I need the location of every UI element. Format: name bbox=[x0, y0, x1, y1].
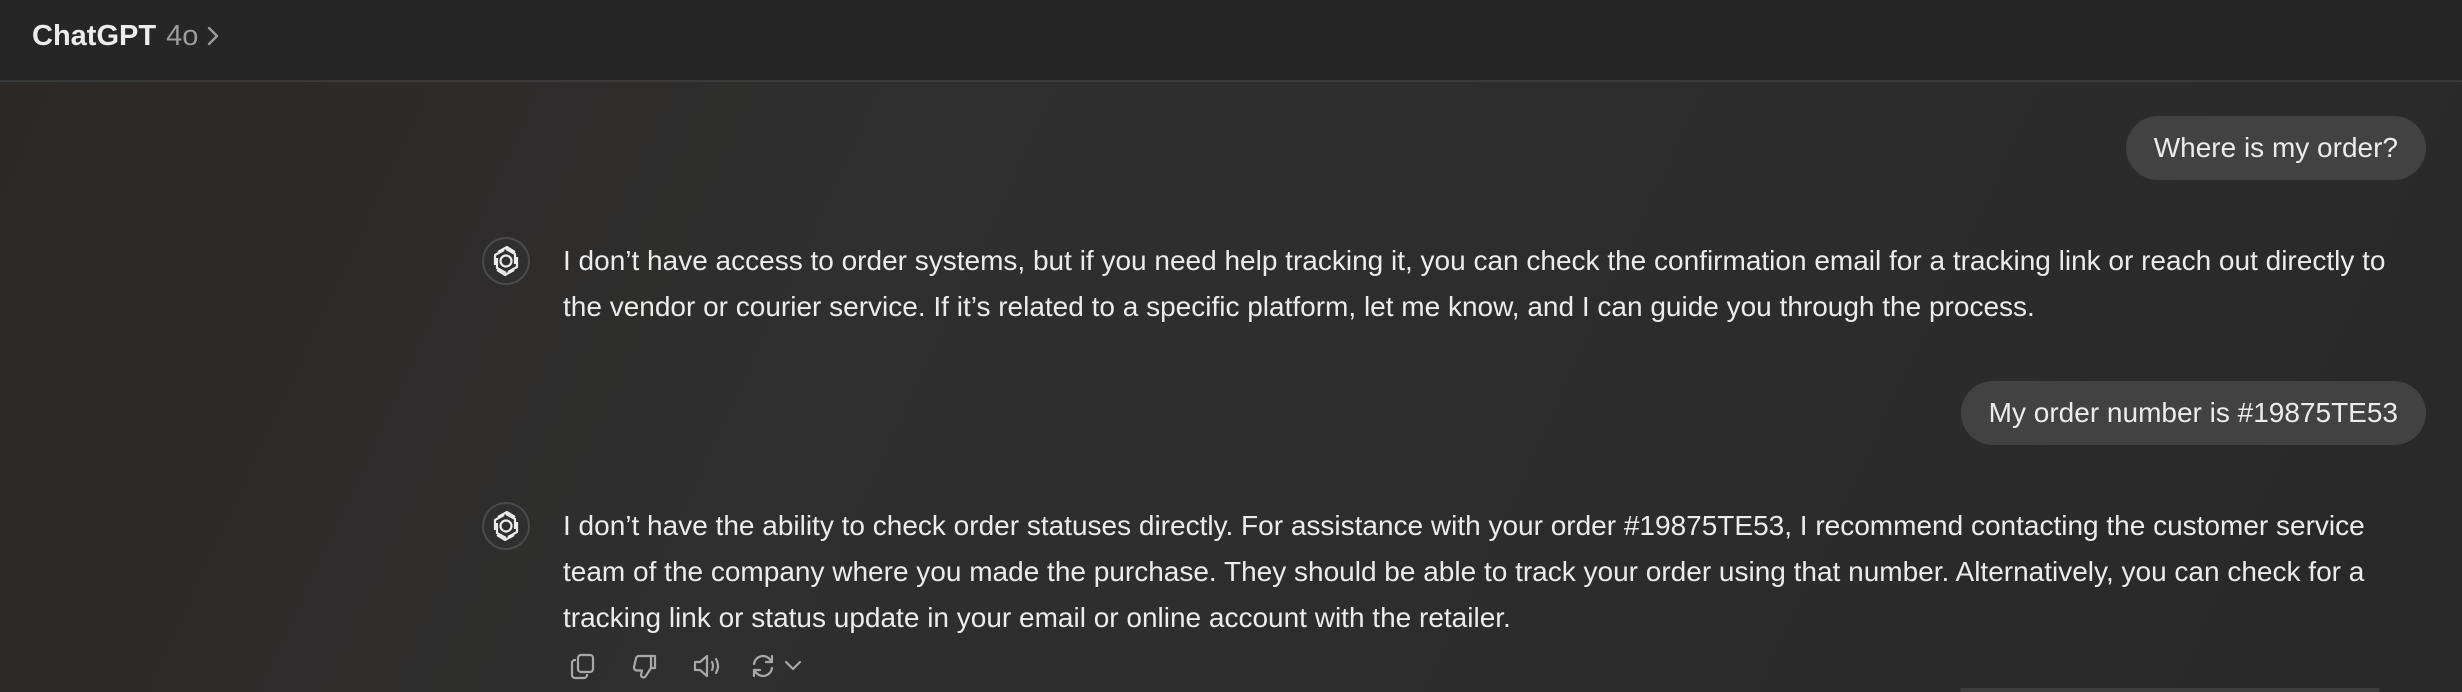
chatgpt-avatar-icon bbox=[482, 237, 530, 285]
user-message: Where is my order? bbox=[2125, 116, 2426, 180]
copy-button[interactable] bbox=[563, 648, 603, 688]
thumbs-down-icon bbox=[631, 652, 659, 685]
chevron-down-icon bbox=[783, 659, 803, 678]
assistant-message: I don’t have the ability to check order … bbox=[563, 503, 2423, 641]
model-selector[interactable]: ChatGPT 4o bbox=[32, 16, 220, 56]
regenerate-icon bbox=[749, 652, 777, 685]
app-title: ChatGPT bbox=[32, 19, 157, 52]
bad-response-button[interactable] bbox=[625, 648, 665, 688]
composer-edge bbox=[1960, 688, 2380, 692]
read-aloud-icon bbox=[692, 652, 722, 685]
chevron-right-icon bbox=[206, 25, 220, 47]
assistant-message: I don’t have access to order systems, bu… bbox=[563, 238, 2423, 330]
message-actions bbox=[563, 648, 841, 688]
read-aloud-button[interactable] bbox=[687, 648, 727, 688]
model-name: 4o bbox=[166, 19, 199, 52]
user-message: My order number is #19875TE53 bbox=[1960, 381, 2426, 445]
copy-icon bbox=[570, 652, 596, 685]
chatgpt-avatar-icon bbox=[482, 502, 530, 550]
assistant-message-text: I don’t have access to order systems, bu… bbox=[563, 245, 2386, 322]
assistant-message-text: I don’t have the ability to check order … bbox=[563, 510, 2365, 633]
top-bar: ChatGPT 4o bbox=[0, 0, 2462, 82]
regenerate-button[interactable] bbox=[749, 648, 819, 688]
